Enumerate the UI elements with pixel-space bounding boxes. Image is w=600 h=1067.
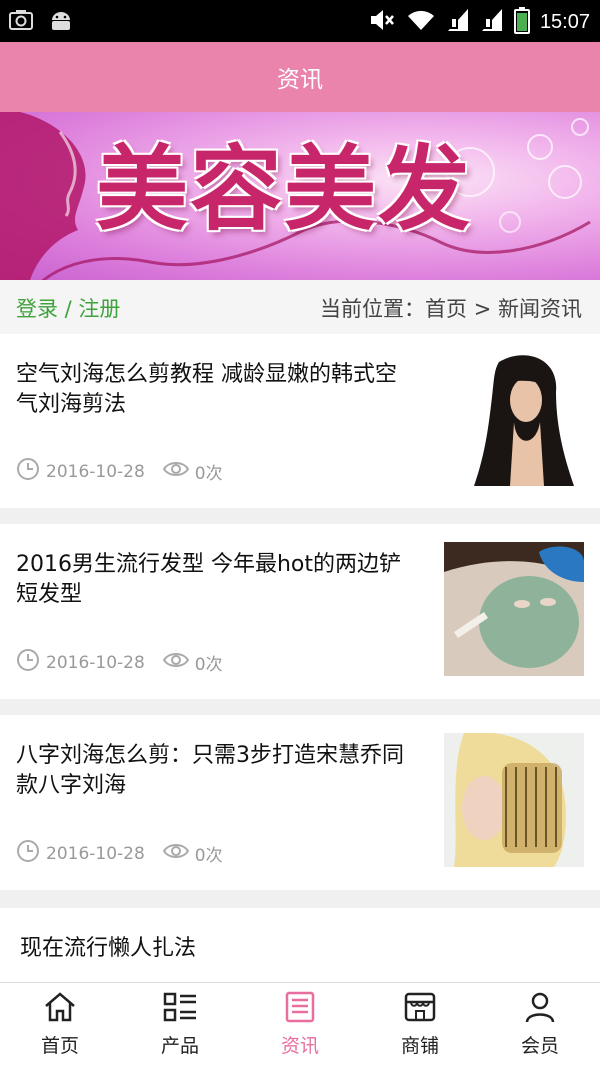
nav-news-label: 资讯	[280, 1035, 319, 1057]
news-views: 0次	[194, 655, 223, 675]
news-item[interactable]: 现在流行懒人扎法	[0, 908, 600, 983]
news-views: 0次	[194, 464, 223, 484]
user-icon	[523, 991, 557, 1027]
news-thumbnail	[444, 542, 584, 676]
banner[interactable]: 美容美发	[0, 112, 600, 280]
clock-icon	[16, 839, 40, 868]
nav-news[interactable]: 资讯	[240, 983, 360, 1067]
news-item[interactable]: 空气刘海怎么剪教程 减龄显嫩的韩式空气刘海剪法 2016-10-28 0次	[0, 334, 600, 508]
store-icon	[403, 991, 437, 1027]
clock-icon	[16, 648, 40, 677]
news-thumbnail	[444, 352, 584, 486]
news-title: 空气刘海怎么剪教程 减龄显嫩的韩式空气刘海剪法	[16, 362, 397, 417]
battery-icon	[513, 6, 530, 38]
status-bar: 15:07	[0, 0, 600, 42]
app-header: 资讯	[0, 42, 600, 112]
clock-icon	[16, 457, 40, 486]
news-meta: 2016-10-28 0次	[16, 839, 223, 868]
nav-home[interactable]: 首页	[0, 983, 120, 1067]
news-thumbnail	[444, 733, 584, 867]
sim2-signal-icon	[480, 7, 504, 37]
login-register-link[interactable]: 登录 / 注册	[16, 293, 120, 323]
nav-products-label: 产品	[160, 1035, 199, 1057]
nav-store[interactable]: 商铺	[360, 983, 480, 1067]
nav-store-label: 商铺	[400, 1035, 439, 1057]
news-date: 2016-10-28	[46, 461, 145, 482]
nav-member[interactable]: 会员	[480, 983, 600, 1067]
nav-products[interactable]: 产品	[120, 983, 240, 1067]
home-icon	[43, 991, 77, 1027]
news-item[interactable]: 2016男生流行发型 今年最hot的两边铲短发型 2016-10-28 0次	[0, 524, 600, 699]
nav-member-label: 会员	[520, 1035, 559, 1057]
login-breadcrumb-bar: 登录 / 注册 当前位置：首页 > 新闻资讯	[0, 280, 600, 334]
eye-icon	[162, 839, 189, 868]
grid-list-icon	[163, 991, 197, 1027]
sim1-signal-icon	[446, 7, 470, 37]
breadcrumb: 当前位置：首页 > 新闻资讯	[320, 297, 582, 321]
android-icon	[48, 8, 74, 36]
news-date: 2016-10-28	[46, 652, 145, 673]
news-date: 2016-10-28	[46, 843, 145, 864]
news-title: 现在流行懒人扎法	[20, 936, 197, 961]
eye-icon	[162, 457, 189, 486]
screenshot-icon	[8, 8, 34, 36]
news-title: 八字刘海怎么剪：只需3步打造宋慧乔同款八字刘海	[16, 743, 404, 798]
banner-title: 美容美发	[96, 135, 473, 243]
wifi-icon	[406, 7, 436, 37]
mute-icon	[368, 7, 396, 37]
clock: 15:07	[539, 10, 590, 33]
news-views: 0次	[194, 846, 223, 866]
nav-home-label: 首页	[40, 1035, 79, 1057]
news-meta: 2016-10-28 0次	[16, 648, 223, 677]
eye-icon	[162, 648, 189, 677]
news-title: 2016男生流行发型 今年最hot的两边铲短发型	[16, 552, 402, 607]
news-icon	[283, 991, 317, 1027]
news-meta: 2016-10-28 0次	[16, 457, 223, 486]
page-title: 资讯	[277, 67, 323, 93]
bottom-nav: 首页 产品 资讯 商铺 会员	[0, 982, 600, 1067]
news-item[interactable]: 八字刘海怎么剪：只需3步打造宋慧乔同款八字刘海 2016-10-28 0次	[0, 715, 600, 890]
